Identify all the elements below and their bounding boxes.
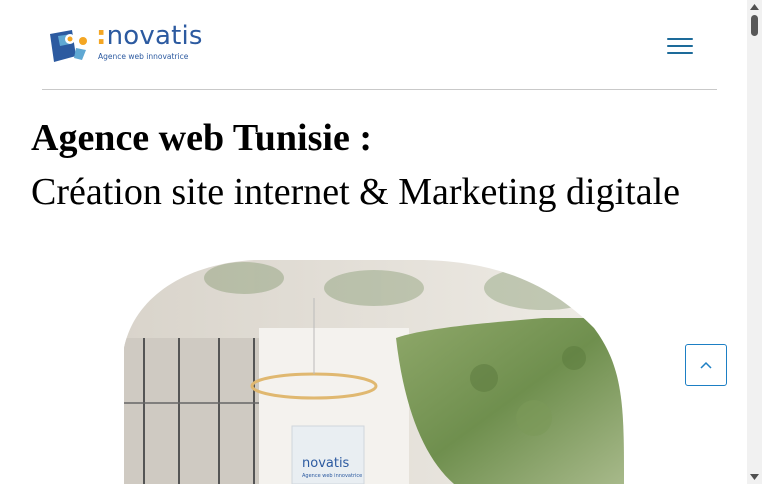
vertical-scrollbar[interactable] xyxy=(747,0,762,484)
page-subtitle: Création site internet & Marketing digit… xyxy=(31,171,680,213)
scrollbar-thumb[interactable] xyxy=(751,15,758,36)
logo-tagline: Agence web innovatrice xyxy=(98,52,189,61)
chevron-up-icon xyxy=(700,361,712,369)
hero-image: novatis Agence web innovatrice xyxy=(124,258,624,484)
page: :novatis Agence web innovatrice Agence w… xyxy=(0,0,747,484)
browser-viewport: :novatis Agence web innovatrice Agence w… xyxy=(0,0,762,484)
novatis-logo-icon xyxy=(50,30,87,62)
scroll-to-top-button[interactable] xyxy=(685,344,727,386)
scroll-up-arrow-icon[interactable] xyxy=(747,0,762,14)
menu-bar xyxy=(667,52,693,54)
menu-bar xyxy=(667,45,693,47)
page-title: Agence web Tunisie : xyxy=(31,117,372,159)
hero-sign-logo: novatis xyxy=(302,456,350,471)
hamburger-menu-icon[interactable] xyxy=(666,35,694,57)
hero-sign-tagline: Agence web innovatrice xyxy=(302,473,363,479)
menu-bar xyxy=(667,38,693,40)
site-logo[interactable]: :novatis Agence web innovatrice xyxy=(46,21,202,68)
scroll-down-arrow-icon[interactable] xyxy=(747,470,762,484)
office-photo xyxy=(124,260,624,484)
logo-wordmark: :novatis xyxy=(96,21,203,51)
site-header: :novatis Agence web innovatrice xyxy=(42,0,717,90)
